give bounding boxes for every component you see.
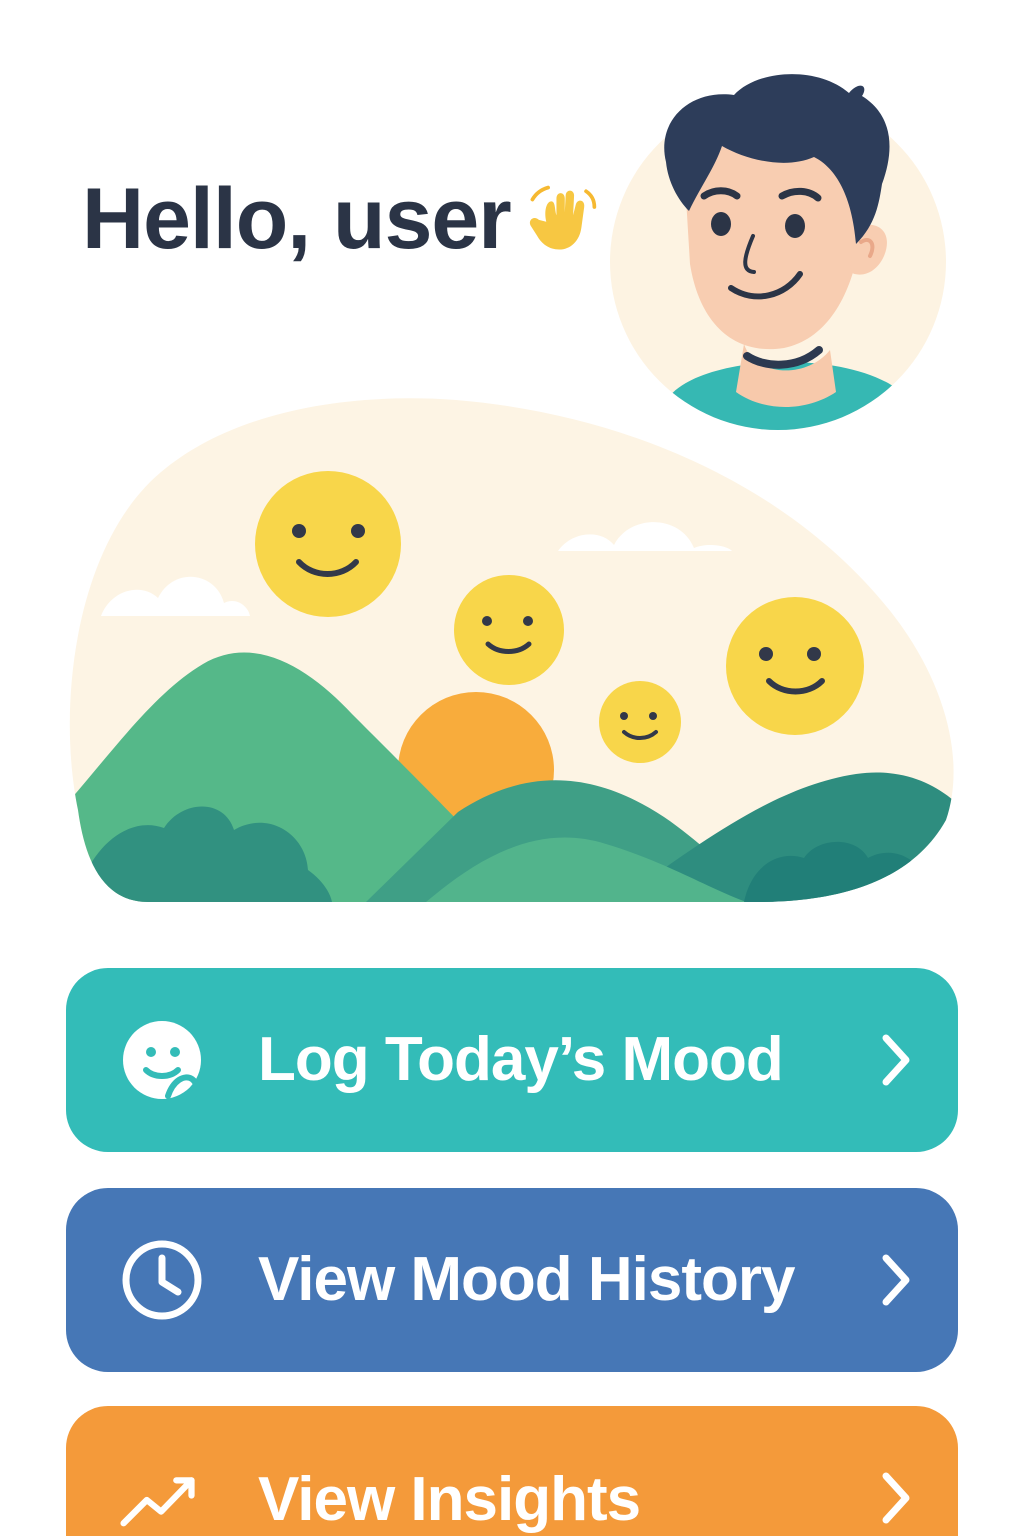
view-mood-history-label: View Mood History — [258, 1245, 795, 1314]
view-insights-label: View Insights — [258, 1465, 641, 1534]
chevron-right-icon — [876, 1466, 916, 1530]
view-insights-button[interactable]: View Insights — [66, 1406, 958, 1536]
greeting-header: Hello, user — [82, 176, 599, 262]
clock-icon — [120, 1238, 204, 1322]
log-todays-mood-button[interactable]: Log Today’s Mood — [66, 968, 958, 1152]
chevron-right-icon — [876, 1028, 916, 1092]
log-todays-mood-label: Log Today’s Mood — [258, 1025, 784, 1094]
greeting-text: Hello, user — [82, 171, 512, 267]
mood-face-icon — [120, 1018, 204, 1102]
user-avatar[interactable] — [604, 46, 954, 436]
home-screen: Hello, user Log Today’s Mood View Mood H… — [0, 0, 1024, 1536]
waving-hand-icon — [525, 182, 599, 256]
mood-landscape-illustration — [56, 392, 966, 902]
trend-up-icon — [120, 1458, 204, 1536]
view-mood-history-button[interactable]: View Mood History — [66, 1188, 958, 1372]
chevron-right-icon — [876, 1248, 916, 1312]
